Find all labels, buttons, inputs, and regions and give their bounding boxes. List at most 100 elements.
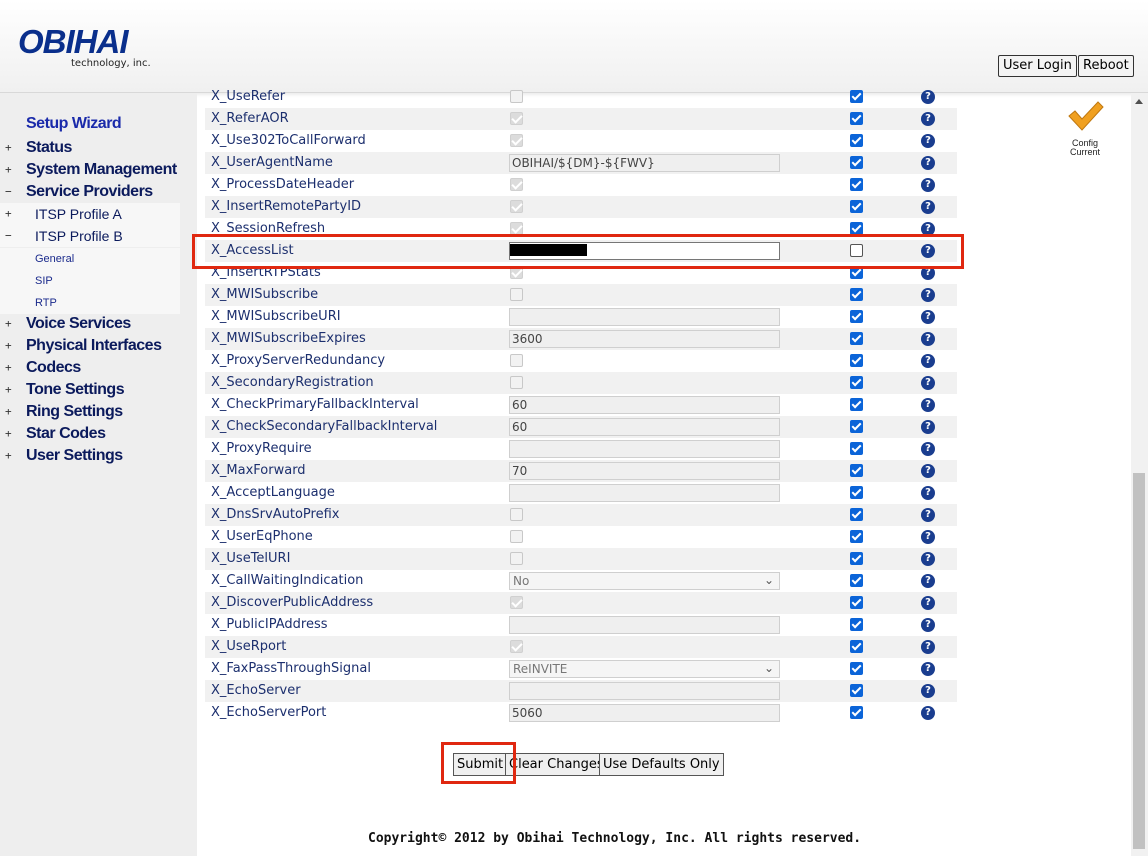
- sidebar-item-codecs[interactable]: + Codecs: [0, 357, 180, 379]
- help-icon[interactable]: ?: [921, 376, 935, 390]
- param-name: X_ProxyRequire: [211, 441, 312, 456]
- sidebar-item-service-providers[interactable]: − Service Providers: [0, 181, 180, 203]
- help-icon[interactable]: ?: [921, 354, 935, 368]
- sidebar-item-rtp[interactable]: RTP: [0, 292, 180, 314]
- use-defaults-only-button[interactable]: Use Defaults Only: [599, 753, 724, 776]
- table-row: X_CallWaitingIndication No ⌄?: [205, 570, 957, 592]
- value-checkbox: [510, 90, 523, 103]
- expand-icon[interactable]: +: [5, 423, 12, 445]
- sidebar-item-label: User Settings: [26, 447, 123, 464]
- help-icon[interactable]: ?: [921, 618, 935, 632]
- help-icon[interactable]: ?: [921, 200, 935, 214]
- sidebar-item-user-settings[interactable]: + User Settings: [0, 445, 180, 467]
- clear-changes-button[interactable]: Clear Changes: [505, 753, 608, 776]
- help-icon[interactable]: ?: [921, 706, 935, 720]
- default-checkbox[interactable]: [850, 508, 863, 521]
- expand-icon[interactable]: +: [5, 357, 12, 379]
- default-checkbox[interactable]: [850, 288, 863, 301]
- help-icon[interactable]: ?: [921, 332, 935, 346]
- sidebar-item-general[interactable]: General: [0, 248, 180, 270]
- reboot-button[interactable]: Reboot: [1078, 55, 1134, 77]
- value-input: 3600: [509, 330, 780, 348]
- collapse-icon[interactable]: −: [5, 181, 12, 203]
- default-checkbox[interactable]: [850, 486, 863, 499]
- default-checkbox[interactable]: [850, 662, 863, 675]
- default-checkbox[interactable]: [850, 332, 863, 345]
- help-icon[interactable]: ?: [921, 684, 935, 698]
- help-icon[interactable]: ?: [921, 640, 935, 654]
- help-icon[interactable]: ?: [921, 662, 935, 676]
- expand-icon[interactable]: +: [5, 335, 12, 357]
- scroll-thumb[interactable]: [1133, 473, 1145, 849]
- default-checkbox[interactable]: [850, 706, 863, 719]
- default-checkbox[interactable]: [850, 310, 863, 323]
- default-checkbox[interactable]: [850, 574, 863, 587]
- highlight-access-list: [192, 234, 964, 269]
- default-checkbox[interactable]: [850, 596, 863, 609]
- sidebar-item-system-management[interactable]: + System Management: [0, 159, 180, 181]
- scroll-up-arrow-icon[interactable]: [1135, 99, 1143, 104]
- help-icon[interactable]: ?: [921, 398, 935, 412]
- default-checkbox[interactable]: [850, 464, 863, 477]
- expand-icon[interactable]: +: [5, 313, 12, 335]
- help-icon[interactable]: ?: [921, 112, 935, 126]
- default-checkbox[interactable]: [850, 442, 863, 455]
- expand-icon[interactable]: +: [5, 401, 12, 423]
- value-checkbox: [510, 596, 523, 609]
- expand-icon[interactable]: +: [5, 137, 12, 159]
- sidebar-item-tone-settings[interactable]: + Tone Settings: [0, 379, 180, 401]
- default-checkbox[interactable]: [850, 178, 863, 191]
- default-checkbox[interactable]: [850, 200, 863, 213]
- default-checkbox[interactable]: [850, 156, 863, 169]
- scrollbar[interactable]: [1131, 93, 1148, 856]
- help-icon[interactable]: ?: [921, 442, 935, 456]
- default-checkbox[interactable]: [850, 398, 863, 411]
- help-icon[interactable]: ?: [921, 420, 935, 434]
- sidebar-item-ring-settings[interactable]: + Ring Settings: [0, 401, 180, 423]
- help-icon[interactable]: ?: [921, 486, 935, 500]
- value-input: [509, 616, 780, 634]
- default-checkbox[interactable]: [850, 112, 863, 125]
- default-checkbox[interactable]: [850, 90, 863, 103]
- expand-icon[interactable]: +: [5, 445, 12, 467]
- sidebar-item-voice-services[interactable]: + Voice Services: [0, 313, 180, 335]
- default-checkbox[interactable]: [850, 530, 863, 543]
- help-icon[interactable]: ?: [921, 552, 935, 566]
- help-icon[interactable]: ?: [921, 156, 935, 170]
- default-checkbox[interactable]: [850, 618, 863, 631]
- expand-icon[interactable]: +: [5, 203, 12, 225]
- logo-subtitle: technology, inc.: [71, 58, 151, 69]
- default-checkbox[interactable]: [850, 640, 863, 653]
- default-checkbox[interactable]: [850, 354, 863, 367]
- config-status: Config Current: [1060, 100, 1110, 157]
- default-checkbox[interactable]: [850, 376, 863, 389]
- help-icon[interactable]: ?: [921, 288, 935, 302]
- help-icon[interactable]: ?: [921, 574, 935, 588]
- default-checkbox[interactable]: [850, 684, 863, 697]
- help-icon[interactable]: ?: [921, 596, 935, 610]
- help-icon[interactable]: ?: [921, 90, 935, 104]
- help-icon[interactable]: ?: [921, 310, 935, 324]
- param-name: X_DiscoverPublicAddress: [211, 595, 374, 610]
- default-checkbox[interactable]: [850, 134, 863, 147]
- setup-wizard-link[interactable]: Setup Wizard: [26, 115, 122, 133]
- expand-icon[interactable]: +: [5, 159, 12, 181]
- value-checkbox: [510, 112, 523, 125]
- help-icon[interactable]: ?: [921, 134, 935, 148]
- help-icon[interactable]: ?: [921, 178, 935, 192]
- help-icon[interactable]: ?: [921, 530, 935, 544]
- default-checkbox[interactable]: [850, 552, 863, 565]
- default-checkbox[interactable]: [850, 420, 863, 433]
- sidebar-item-star-codes[interactable]: + Star Codes: [0, 423, 180, 445]
- sidebar-item-itsp-profile-a[interactable]: + ITSP Profile A: [0, 203, 180, 225]
- sidebar-item-physical-interfaces[interactable]: + Physical Interfaces: [0, 335, 180, 357]
- help-icon[interactable]: ?: [921, 508, 935, 522]
- sidebar-item-sip[interactable]: SIP: [0, 270, 180, 292]
- expand-icon[interactable]: +: [5, 379, 12, 401]
- sidebar-item-status[interactable]: + Status: [0, 137, 180, 159]
- help-icon[interactable]: ?: [921, 464, 935, 478]
- sidebar-item-itsp-profile-b[interactable]: − ITSP Profile B: [0, 225, 180, 247]
- user-login-button[interactable]: User Login: [998, 55, 1077, 77]
- collapse-icon[interactable]: −: [5, 225, 12, 247]
- sidebar-item-label: ITSP Profile B: [35, 228, 123, 244]
